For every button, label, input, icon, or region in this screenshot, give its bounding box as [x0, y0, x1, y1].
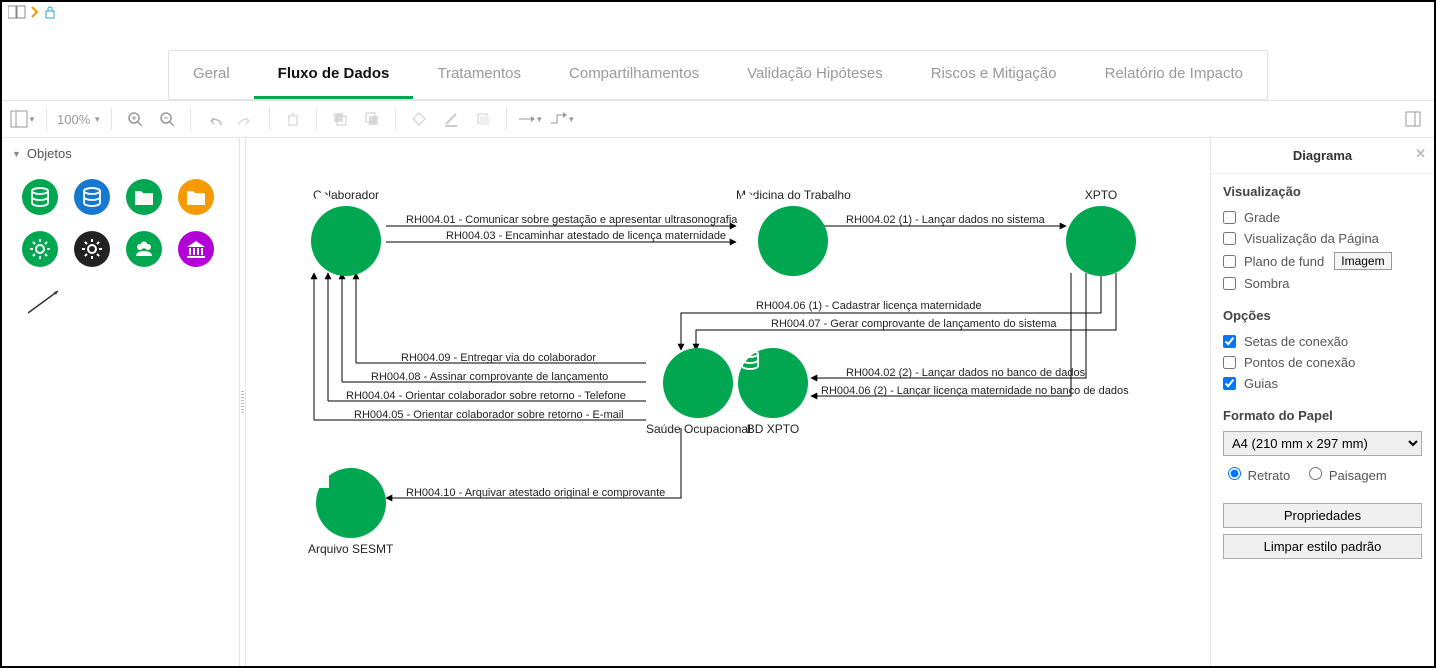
- node-label: Arquivo SESMT: [308, 542, 393, 556]
- right-panel-header: Diagrama ✕: [1211, 138, 1434, 174]
- diagram-canvas[interactable]: Colaborador Medicina do Trabalho XPTO Sa…: [246, 138, 1210, 666]
- clear-style-button[interactable]: Limpar estilo padrão: [1223, 534, 1422, 559]
- shape-db-green[interactable]: [20, 177, 60, 217]
- properties-button[interactable]: Propriedades: [1223, 503, 1422, 528]
- undo-button[interactable]: [201, 106, 227, 132]
- tabs-container: Geral Fluxo de Dados Tratamentos Compart…: [2, 22, 1434, 100]
- node-xpto[interactable]: XPTO: [1066, 188, 1136, 276]
- edge-label: RH004.10 - Arquivar atestado original e …: [406, 487, 665, 499]
- shape-arrow[interactable]: [2, 277, 239, 330]
- close-icon[interactable]: ✕: [1415, 146, 1426, 162]
- edge-label: RH004.05 - Orientar colaborador sobre re…: [354, 409, 624, 421]
- left-panel-header[interactable]: ▼ Objetos: [2, 138, 239, 169]
- shadow-button[interactable]: [470, 106, 496, 132]
- edge-label: RH004.06 (1) - Cadastrar licença materni…: [756, 300, 982, 312]
- to-front-button[interactable]: [327, 106, 353, 132]
- shape-group-green[interactable]: [124, 229, 164, 269]
- toolbar: ▼ 100%▼ ▼ ▼: [2, 100, 1434, 138]
- fill-color-button[interactable]: [406, 106, 432, 132]
- tab-fluxo-de-dados[interactable]: Fluxo de Dados: [254, 51, 414, 99]
- shape-gear-black[interactable]: [72, 229, 112, 269]
- shape-db-blue[interactable]: [72, 177, 112, 217]
- checkbox-shadow[interactable]: Sombra: [1223, 273, 1422, 294]
- shape-gear-green[interactable]: [20, 229, 60, 269]
- checkbox-conn-points[interactable]: Pontos de conexão: [1223, 352, 1422, 373]
- toggle-right-panel-button[interactable]: [1400, 106, 1426, 132]
- shape-folder-green[interactable]: [124, 177, 164, 217]
- tab-relatorio-impacto[interactable]: Relatório de Impacto: [1081, 51, 1267, 99]
- delete-button[interactable]: [280, 106, 306, 132]
- paper-size-select[interactable]: A4 (210 mm x 297 mm): [1223, 431, 1422, 456]
- edge-label: RH004.04 - Orientar colaborador sobre re…: [346, 390, 626, 402]
- shape-folder-orange[interactable]: [176, 177, 216, 217]
- edge-label: RH004.03 - Encaminhar atestado de licenç…: [446, 230, 726, 242]
- node-label: BD XPTO: [738, 422, 808, 436]
- lock-icon: [44, 5, 56, 19]
- to-back-button[interactable]: [359, 106, 385, 132]
- radio-portrait[interactable]: Retrato: [1223, 464, 1290, 483]
- right-panel-title: Diagrama: [1293, 148, 1352, 163]
- left-panel: ▼ Objetos: [2, 138, 240, 666]
- tab-tratamentos[interactable]: Tratamentos: [413, 51, 545, 99]
- edge-label: RH004.08 - Assinar comprovante de lançam…: [371, 371, 608, 383]
- zoom-in-button[interactable]: [122, 106, 148, 132]
- checkbox-guides[interactable]: Guias: [1223, 373, 1422, 394]
- redo-button[interactable]: [233, 106, 259, 132]
- node-colaborador[interactable]: Colaborador: [311, 188, 381, 276]
- node-saude[interactable]: Saúde Ocupacional: [646, 348, 751, 436]
- waypoint-style-button[interactable]: ▼: [549, 106, 575, 132]
- right-panel: Diagrama ✕ Visualização Grade Visualizaç…: [1210, 138, 1434, 666]
- radio-landscape[interactable]: Paisagem: [1304, 464, 1386, 483]
- edge-label: RH004.09 - Entregar via do colaborador: [401, 352, 596, 364]
- panel-icon: [8, 5, 26, 19]
- tab-riscos-mitigacao[interactable]: Riscos e Mitigação: [907, 51, 1081, 99]
- titlebar: [2, 2, 1434, 22]
- checkbox-grade[interactable]: Grade: [1223, 207, 1422, 228]
- shape-bank-purple[interactable]: [176, 229, 216, 269]
- node-arquivo[interactable]: Arquivo SESMT: [308, 468, 393, 556]
- node-bd[interactable]: BD XPTO: [738, 348, 808, 436]
- checkbox-background[interactable]: Plano de fund: [1223, 254, 1324, 269]
- image-button[interactable]: Imagem: [1334, 252, 1391, 270]
- edge-label: RH004.02 (1) - Lançar dados no sistema: [846, 214, 1045, 226]
- tab-compartilhamentos[interactable]: Compartilhamentos: [545, 51, 723, 99]
- node-medicina[interactable]: Medicina do Trabalho: [736, 188, 851, 276]
- edge-label: RH004.01 - Comunicar sobre gestação e ap…: [406, 214, 737, 226]
- layout-button[interactable]: ▼: [10, 106, 36, 132]
- node-label: Saúde Ocupacional: [646, 422, 751, 436]
- shape-palette: [2, 169, 239, 277]
- section-options: Opções: [1223, 308, 1422, 323]
- checkbox-page-view[interactable]: Visualização da Página: [1223, 228, 1422, 249]
- left-panel-title: Objetos: [27, 146, 72, 161]
- collapse-icon: ▼: [12, 149, 21, 159]
- checkbox-conn-arrows[interactable]: Setas de conexão: [1223, 331, 1422, 352]
- line-color-button[interactable]: [438, 106, 464, 132]
- tab-geral[interactable]: Geral: [169, 51, 254, 99]
- edge-label: RH004.06 (2) - Lançar licença maternidad…: [821, 385, 1129, 397]
- connection-style-button[interactable]: ▼: [517, 106, 543, 132]
- edge-label: RH004.02 (2) - Lançar dados no banco de …: [846, 367, 1085, 379]
- zoom-level[interactable]: 100%▼: [57, 106, 101, 132]
- zoom-out-button[interactable]: [154, 106, 180, 132]
- section-visualizacao: Visualização: [1223, 184, 1422, 199]
- section-paper: Formato do Papel: [1223, 408, 1422, 423]
- edge-label: RH004.07 - Gerar comprovante de lançamen…: [771, 318, 1057, 330]
- tabs: Geral Fluxo de Dados Tratamentos Compart…: [168, 50, 1268, 100]
- chevron-right-icon: [30, 5, 40, 19]
- tab-validacao-hipoteses[interactable]: Validação Hipóteses: [723, 51, 907, 99]
